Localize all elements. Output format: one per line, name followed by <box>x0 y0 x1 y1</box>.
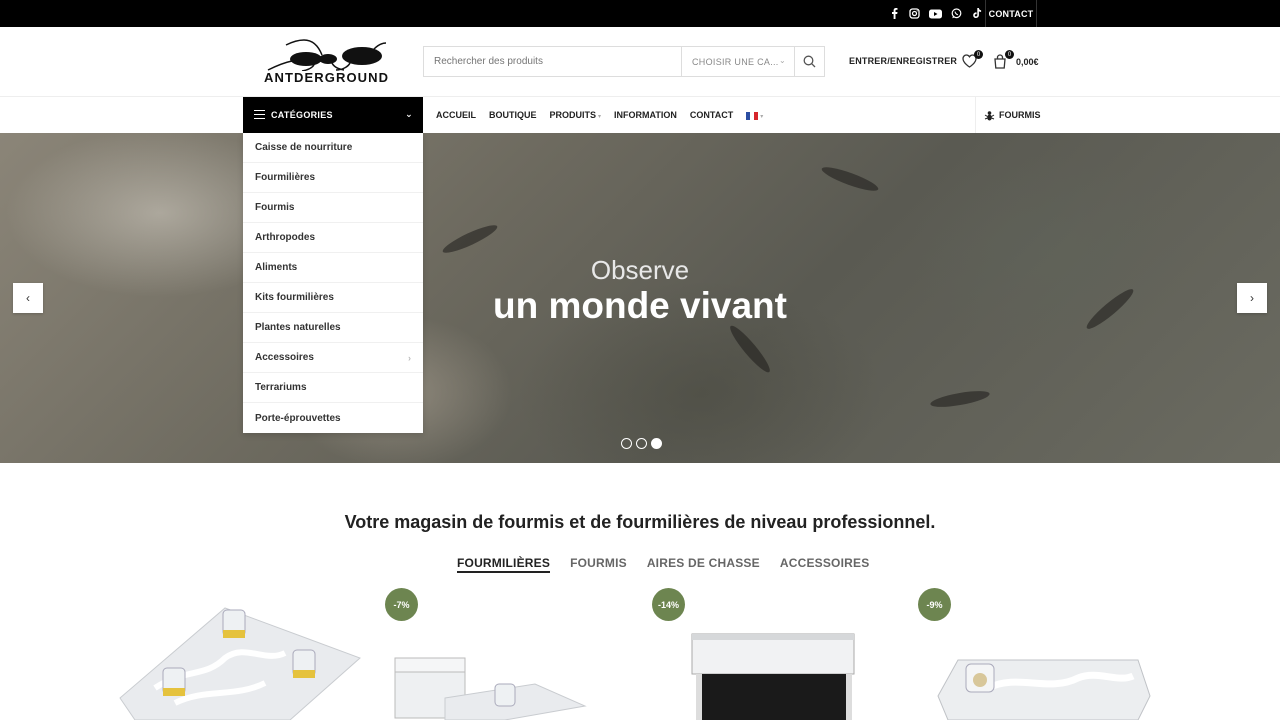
slider-dot[interactable] <box>621 438 632 449</box>
login-register-link[interactable]: ENTRER/ENREGISTRER <box>849 56 957 66</box>
category-item[interactable]: Terrariums <box>243 373 423 403</box>
hero-subtitle: Observe <box>590 255 690 285</box>
categories-label: CATÉGORIES <box>271 110 333 120</box>
fourmis-link-label: FOURMIS <box>999 110 1041 120</box>
chevron-down-icon: ⌄ <box>778 56 786 65</box>
product-image <box>394 657 587 720</box>
product-card[interactable]: -9% <box>918 588 1168 720</box>
language-switcher[interactable]: ▾ <box>746 110 763 120</box>
logo[interactable]: ANTDERGROUND <box>262 37 392 87</box>
chevron-right-icon: › <box>408 352 411 363</box>
whatsapp-icon[interactable] <box>951 8 962 19</box>
categories-dropdown: Caisse de nourriture Fourmilières Fourmi… <box>243 133 423 433</box>
category-item[interactable]: Plantes naturelles <box>243 313 423 343</box>
nav-item-produits-label: PRODUITS <box>549 110 597 120</box>
search-form: CHOISIR UNE CA... ⌄ <box>423 46 825 77</box>
section-heading: Votre magasin de fourmis et de fourmiliè… <box>344 512 936 532</box>
fourmis-link[interactable]: FOURMIS <box>975 97 1041 133</box>
tab-fourmis[interactable]: FOURMIS <box>570 556 627 573</box>
nav-item-information[interactable]: INFORMATION <box>614 110 677 120</box>
category-item-accessoires[interactable]: Accessoires › <box>243 343 423 373</box>
hero-ant-shape <box>819 163 881 195</box>
category-item[interactable]: Kits fourmilières <box>243 283 423 313</box>
cart-count: 0 <box>1005 50 1014 59</box>
ant-logo-icon <box>267 39 387 71</box>
chevron-right-icon: › <box>1250 291 1254 305</box>
search-icon <box>803 55 816 68</box>
product-image <box>937 659 1151 720</box>
tab-aires-de-chasse[interactable]: AIRES DE CHASSE <box>647 556 760 573</box>
chevron-down-icon: ▾ <box>760 114 764 120</box>
categories-toggle[interactable]: CATÉGORIES ⌄ <box>243 97 423 133</box>
slider-dot[interactable] <box>636 438 647 449</box>
category-item[interactable]: Fourmis <box>243 193 423 223</box>
chevron-down-icon: ▾ <box>598 114 602 120</box>
category-item[interactable]: Aliments <box>243 253 423 283</box>
social-links <box>889 0 982 27</box>
product-card[interactable]: -14% <box>652 588 902 720</box>
chevron-down-icon: ⌄ <box>405 109 413 119</box>
product-image <box>691 633 855 720</box>
nav-item-produits[interactable]: PRODUITS ▾ <box>550 110 602 120</box>
slider-dot-active[interactable] <box>651 438 662 449</box>
nav-item-contact[interactable]: CONTACT <box>690 110 733 120</box>
slider-prev-button[interactable]: ‹ <box>13 283 43 313</box>
category-item-label: Accessoires <box>255 352 314 363</box>
top-contact-link[interactable]: CONTACT <box>985 0 1037 27</box>
header: ANTDERGROUND CHOISIR UNE CA... ⌄ ENTRER/… <box>0 27 1280 97</box>
france-flag-icon <box>746 111 759 120</box>
nav-item-accueil[interactable]: ACCUEIL <box>436 110 476 120</box>
search-input[interactable] <box>424 47 681 76</box>
tiktok-icon[interactable] <box>971 8 982 19</box>
product-card[interactable] <box>115 588 365 721</box>
chevron-left-icon: ‹ <box>26 291 30 305</box>
main-nav: CATÉGORIES ⌄ ACCUEIL BOUTIQUE PRODUITS ▾ … <box>0 97 1280 133</box>
category-select-label: CHOISIR UNE CA... <box>692 56 779 67</box>
tab-fourmilieres[interactable]: FOURMILIÈRES <box>457 556 551 573</box>
facebook-icon[interactable] <box>889 8 900 19</box>
product-card[interactable]: -7% <box>385 588 635 720</box>
cart-total[interactable]: 0,00€ <box>1016 57 1039 67</box>
hero-ant-shape <box>440 220 500 258</box>
category-item[interactable]: Arthropodes <box>243 223 423 253</box>
hero-ant-shape <box>726 322 774 376</box>
cart-button[interactable]: 0 <box>993 50 1014 70</box>
youtube-icon[interactable] <box>929 8 942 19</box>
category-item[interactable]: Porte-éprouvettes <box>243 403 423 433</box>
search-button[interactable] <box>794 47 824 76</box>
category-select[interactable]: CHOISIR UNE CA... ⌄ <box>681 47 795 76</box>
hero-slider: Observe un monde vivant ‹ › <box>0 133 1280 463</box>
logo-text: ANTDERGROUND <box>264 70 390 85</box>
wishlist-count: 0 <box>974 50 983 59</box>
product-image <box>119 607 361 721</box>
hero-ant-shape <box>929 387 991 411</box>
wishlist-button[interactable]: 0 <box>962 50 983 70</box>
product-grid: -7% -14% -9% <box>0 588 1280 721</box>
hero-title: un monde vivant <box>493 285 787 326</box>
top-bar: CONTACT <box>0 0 1280 27</box>
menu-icon <box>254 110 265 119</box>
category-item[interactable]: Fourmilières <box>243 163 423 193</box>
product-tabs: FOURMILIÈRES FOURMIS AIRES DE CHASSE ACC… <box>457 556 869 573</box>
slider-dots <box>621 438 662 449</box>
ant-icon <box>984 110 995 120</box>
nav-item-boutique[interactable]: BOUTIQUE <box>489 110 537 120</box>
tab-accessoires[interactable]: ACCESSOIRES <box>780 556 870 573</box>
instagram-icon[interactable] <box>909 8 920 19</box>
nav-menu: ACCUEIL BOUTIQUE PRODUITS ▾ INFORMATION C… <box>436 97 763 133</box>
slider-next-button[interactable]: › <box>1237 283 1267 313</box>
category-item[interactable]: Caisse de nourriture <box>243 133 423 163</box>
